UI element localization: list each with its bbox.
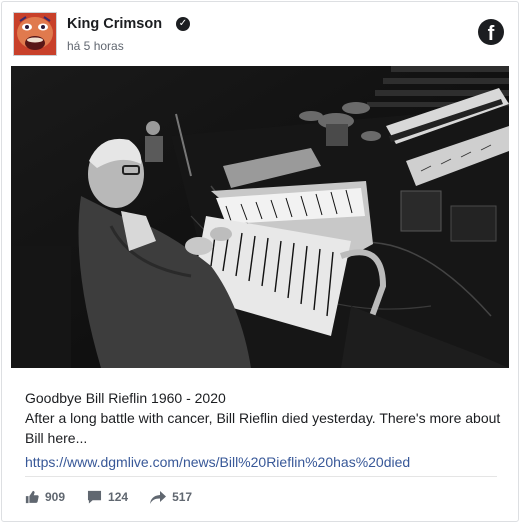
share-count: 517 [172, 490, 193, 504]
page-avatar[interactable] [13, 12, 57, 56]
page-name[interactable]: King Crimson [67, 16, 162, 32]
post-actions-bar: 909 124 517 [25, 487, 214, 507]
post-header: King Crimson ✓ há 5 horas f [2, 2, 518, 66]
post-timestamp[interactable]: há 5 horas [67, 39, 124, 53]
facebook-embedded-post: King Crimson ✓ há 5 horas f Goodbye Bill… [1, 1, 519, 522]
share-button[interactable]: 517 [150, 490, 192, 504]
share-arrow-icon [150, 490, 167, 504]
post-photo[interactable] [11, 66, 509, 368]
like-count: 909 [45, 490, 66, 504]
verified-check-icon: ✓ [176, 17, 190, 31]
divider [25, 476, 497, 477]
thumbs-up-icon [25, 490, 39, 504]
comment-bubble-icon [87, 490, 102, 504]
like-button[interactable]: 909 [25, 490, 65, 504]
post-text: Goodbye Bill Rieflin 1960 - 2020 After a… [25, 388, 503, 472]
post-text-line-2: After a long battle with cancer, Bill Ri… [25, 410, 501, 446]
post-link[interactable]: https://www.dgmlive.com/news/Bill%20Rief… [25, 452, 503, 472]
comment-button[interactable]: 124 [87, 490, 128, 504]
facebook-icon[interactable]: f [478, 19, 504, 45]
post-text-line-1: Goodbye Bill Rieflin 1960 - 2020 [25, 390, 226, 406]
comment-count: 124 [108, 490, 129, 504]
